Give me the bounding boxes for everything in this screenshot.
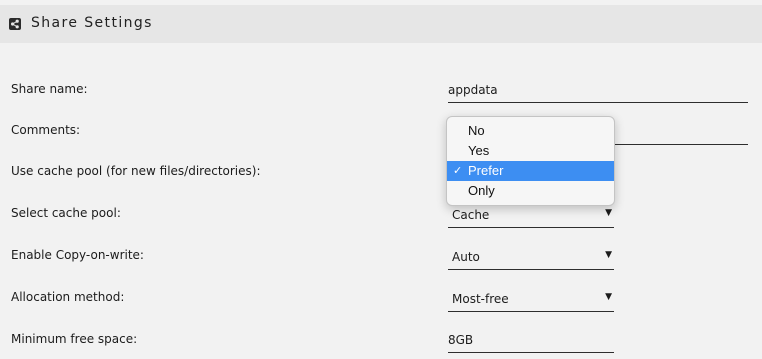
use-cache-label: Use cache pool (for new files/directorie… — [11, 164, 261, 178]
share-icon — [9, 18, 21, 30]
chevron-down-icon: ▼ — [605, 292, 612, 302]
min-free-value: 8GB — [448, 333, 474, 347]
dropdown-option-label: Prefer — [468, 163, 504, 178]
section-header: Share Settings — [0, 5, 762, 43]
allocation-select[interactable]: Most-free ▼ — [448, 287, 614, 312]
dropdown-option-label: Yes — [468, 143, 490, 158]
allocation-value: Most-free — [452, 292, 509, 306]
allocation-label: Allocation method: — [11, 290, 125, 304]
dropdown-option-yes[interactable]: Yes — [447, 141, 614, 161]
cow-value: Auto — [452, 250, 480, 264]
min-free-label: Minimum free space: — [11, 332, 138, 346]
share-name-value: appdata — [448, 83, 498, 97]
cache-pool-select[interactable]: Cache ▼ — [448, 203, 614, 228]
dropdown-option-no[interactable]: No — [447, 121, 614, 141]
cow-label: Enable Copy-on-write: — [11, 248, 144, 262]
cache-pool-label: Select cache pool: — [11, 206, 121, 220]
chevron-down-icon: ▼ — [605, 208, 612, 218]
chevron-down-icon: ▼ — [605, 250, 612, 260]
dropdown-option-label: Only — [468, 183, 495, 198]
comments-label: Comments: — [11, 123, 81, 137]
cow-select[interactable]: Auto ▼ — [448, 245, 614, 270]
cache-dropdown-menu[interactable]: No Yes ✓ Prefer Only — [446, 116, 615, 206]
dropdown-option-label: No — [468, 123, 485, 138]
share-name-label: Share name: — [11, 82, 88, 96]
checkmark-icon: ✓ — [453, 165, 463, 177]
min-free-input[interactable]: 8GB — [448, 328, 614, 353]
share-name-input[interactable]: appdata — [448, 78, 748, 103]
cache-pool-value: Cache — [452, 208, 490, 222]
dropdown-option-prefer[interactable]: ✓ Prefer — [447, 161, 614, 181]
dropdown-option-only[interactable]: Only — [447, 181, 614, 201]
page-title: Share Settings — [31, 15, 153, 31]
